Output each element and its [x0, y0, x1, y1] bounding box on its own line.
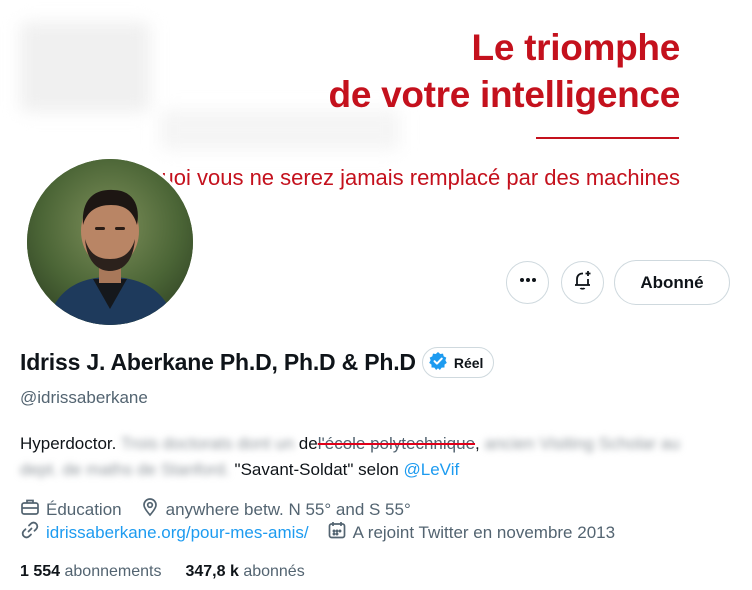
verified-label: Réel [453, 354, 484, 371]
bio-text: , [475, 434, 480, 453]
verified-badge[interactable]: Réel [421, 347, 495, 378]
category-label: Éducation [46, 499, 122, 519]
followers-stat[interactable]: 347,8 k abonnés [185, 563, 304, 581]
profile-name-row: Idriss J. Aberkane Ph.D, Ph.D & Ph.D Rée… [20, 347, 495, 378]
profile-meta-row-2: idrissaberkane.org/pour-mes-amis/ A rejo… [20, 520, 633, 545]
banner-title: Le triomphe de votre intelligence [328, 27, 681, 115]
bio-text: "Savant-Soldat" selon [234, 460, 399, 479]
location-pin-icon [140, 497, 166, 522]
display-name: Idriss J. Aberkane Ph.D, Ph.D & Ph.D [20, 349, 416, 375]
following-count: 1 554 [20, 563, 61, 580]
bio-blurred-text: Trois doctorats dont un [120, 434, 295, 453]
briefcase-icon [20, 497, 46, 522]
banner-blur-area [20, 22, 150, 112]
profile-meta-row: Éducation anywhere betw. N 55° and S 55° [20, 497, 429, 522]
following-button[interactable]: Abonné [614, 260, 730, 305]
bio-text: de [298, 434, 318, 453]
following-label: abonnements [64, 563, 162, 580]
notifications-button[interactable] [561, 261, 604, 304]
joined-item: A rejoint Twitter en novembre 2013 [327, 520, 615, 545]
bio-struck-text: l'école polytechnique [317, 434, 476, 453]
profile-stats: 1 554 abonnements 347,8 k abonnés [20, 563, 329, 581]
joined-label: A rejoint Twitter en novembre 2013 [352, 522, 616, 542]
website-link[interactable]: idrissaberkane.org/pour-mes-amis/ [46, 523, 309, 543]
website-item[interactable]: idrissaberkane.org/pour-mes-amis/ [20, 520, 309, 545]
more-options-button[interactable] [506, 261, 549, 304]
user-handle: @idrissaberkane [20, 388, 148, 407]
followers-label: abonnés [243, 563, 305, 580]
mention-link[interactable]: @LeVif [404, 460, 460, 479]
link-icon [20, 520, 46, 545]
bell-plus-icon [572, 269, 594, 296]
banner-subtitle: Pourquoi vous ne serez jamais remplacé p… [102, 165, 680, 190]
verified-check-icon [428, 351, 454, 374]
bio-text: Hyperdoctor. [20, 434, 117, 453]
followers-count: 347,8 k [185, 563, 239, 580]
ellipsis-icon [518, 270, 538, 295]
avatar[interactable] [27, 159, 193, 325]
location-label: anywhere betw. N 55° and S 55° [165, 499, 411, 519]
location-item: anywhere betw. N 55° and S 55° [140, 497, 411, 522]
calendar-icon [327, 520, 353, 545]
banner-divider [536, 137, 679, 139]
following-stat[interactable]: 1 554 abonnements [20, 563, 161, 581]
profile-bio: Hyperdoctor. Trois doctorats dont un del… [20, 431, 720, 483]
category-item: Éducation [20, 497, 122, 522]
